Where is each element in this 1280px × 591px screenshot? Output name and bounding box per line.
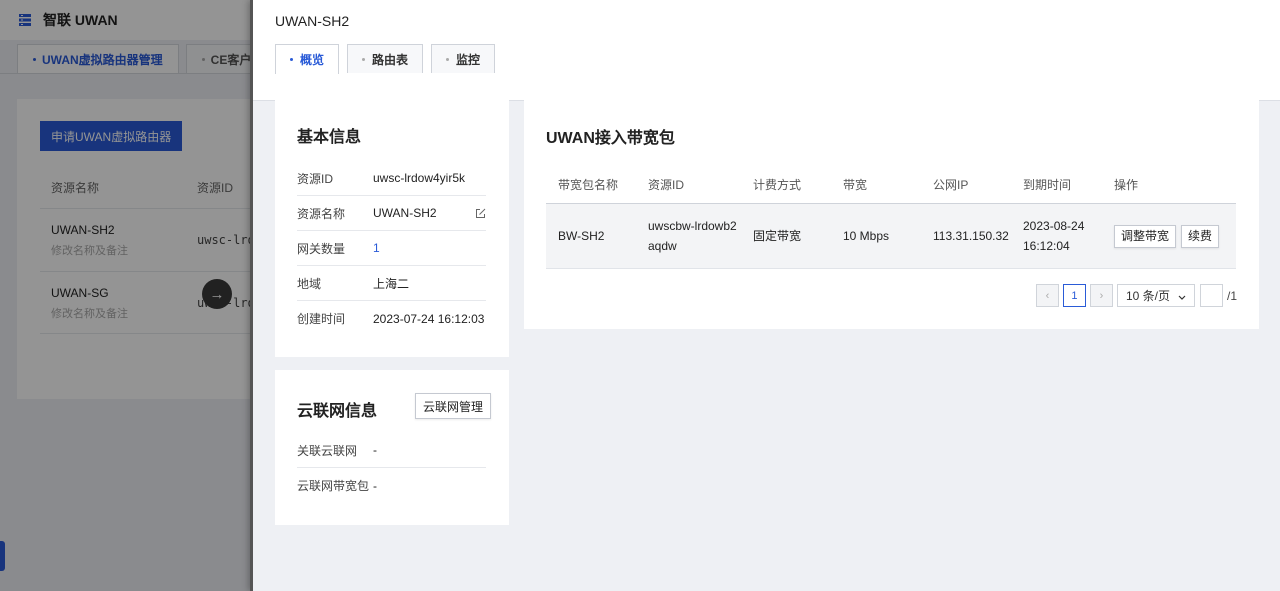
drawer-header: UWAN-SH2 概览 路由表 监控 [253,0,1280,101]
cell-name: BW-SH2 [558,229,605,243]
table-header: 带宽包名称 资源ID 计费方式 带宽 公网IP 到期时间 操作 [546,166,1236,204]
detail-drawer: UWAN-SH2 概览 路由表 监控 基本信息 资源ID uwsc-lrdow4… [250,0,1280,591]
info-label: 资源ID [297,171,334,186]
info-label: 云联网带宽包 [297,479,370,493]
column-header: 资源ID [648,177,685,192]
ip-text: 113.31.150.32 [933,229,1009,243]
tab-label: 路由表 [372,52,409,67]
page-button-current[interactable]: 1 [1062,284,1086,307]
info-value: uwsc-lrdow4yir5k [373,171,466,185]
basic-info-panel: 基本信息 资源ID uwsc-lrdow4yir5k 资源名称 UWAN-SH2… [275,97,509,357]
column-header: 到期时间 [1023,177,1072,192]
prev-page-icon[interactable]: ‹ [1035,284,1059,307]
tab-label: 概览 [300,53,325,67]
renew-button[interactable]: 续费 [1181,224,1220,248]
info-label: 关联云联网 [297,443,358,458]
info-value: - [373,478,377,493]
pagination: ‹ 1 › 10 条/页 /1 [1035,284,1237,307]
tab-label: 监控 [456,52,481,67]
adjust-bandwidth-button[interactable]: 调整带宽 [1114,224,1177,248]
page-total: /1 [1226,288,1237,303]
cloud-net-title: 云联网信息 [297,403,378,420]
chevron-down-icon [1178,289,1186,303]
next-page-icon[interactable]: › [1089,284,1113,307]
info-row-region: 地域 上海二 [297,266,486,301]
column-header: 计费方式 [753,177,802,192]
info-label: 地域 [297,276,322,291]
tab-route-table[interactable]: 路由表 [347,44,424,73]
page-size-value: 10 条/页 [1125,289,1171,303]
tab-dot-icon [446,57,450,61]
column-header: 公网IP [933,177,969,192]
page-size-select[interactable]: 10 条/页 [1116,284,1195,307]
drawer-title: UWAN-SH2 [275,13,350,29]
info-row-resource-name: 资源名称 UWAN-SH2 [297,196,486,231]
cell-id: uwscbw-lrdowb2aqdw [648,219,737,253]
tab-monitor[interactable]: 监控 [431,44,496,73]
info-row-created-time: 创建时间 2023-07-24 16:12:03 [297,301,486,336]
info-value: - [373,443,377,457]
cell-ip: 113.31.150.32 [921,226,1011,246]
info-row-gateway-count: 网关数量 1 [297,231,486,266]
bandwidth-title: UWAN接入带宽包 [546,130,675,147]
info-value: 上海二 [373,276,410,291]
cloud-net-panel: 云联网信息 云联网管理 关联云联网 - 云联网带宽包 - [275,370,509,525]
table-row: BW-SH2 uwscbw-lrdowb2aqdw 固定带宽 10 Mbps 1… [546,204,1236,269]
cell-actions: 调整带宽 续费 [1102,224,1236,248]
page-jump-input[interactable] [1199,284,1223,307]
cloud-net-manage-button[interactable]: 云联网管理 [415,393,492,419]
info-label: 网关数量 [297,241,346,256]
info-row-cloud-net-bandwidth: 云联网带宽包 - [297,468,486,503]
tab-dot-icon [290,58,293,61]
edit-icon[interactable] [474,207,486,219]
cell-bandwidth: 10 Mbps [843,229,890,243]
info-row-resource-id: 资源ID uwsc-lrdow4yir5k [297,161,486,196]
info-row-linked-cloud-net: 关联云联网 - [297,433,486,468]
bandwidth-table: 带宽包名称 资源ID 计费方式 带宽 公网IP 到期时间 操作 BW-SH2 u… [546,166,1236,269]
info-value: 2023-07-24 16:12:03 [373,311,485,326]
info-value: UWAN-SH2 [373,206,437,220]
info-label: 资源名称 [297,206,346,221]
basic-info-title: 基本信息 [297,129,362,146]
tab-dot-icon [362,57,366,61]
info-label: 创建时间 [297,312,346,326]
column-header: 操作 [1114,177,1139,192]
drawer-tabs: 概览 路由表 监控 [275,44,503,74]
cell-billing: 固定带宽 [753,229,802,243]
column-header: 带宽包名称 [558,177,619,192]
gateway-count-link[interactable]: 1 [373,241,486,255]
cell-expire: 2023-08-24 16:12:04 [1023,219,1085,253]
bandwidth-panel: UWAN接入带宽包 带宽包名称 资源ID 计费方式 带宽 公网IP 到期时间 操… [524,97,1259,329]
column-header: 带宽 [843,177,868,192]
tab-overview[interactable]: 概览 [275,44,340,74]
